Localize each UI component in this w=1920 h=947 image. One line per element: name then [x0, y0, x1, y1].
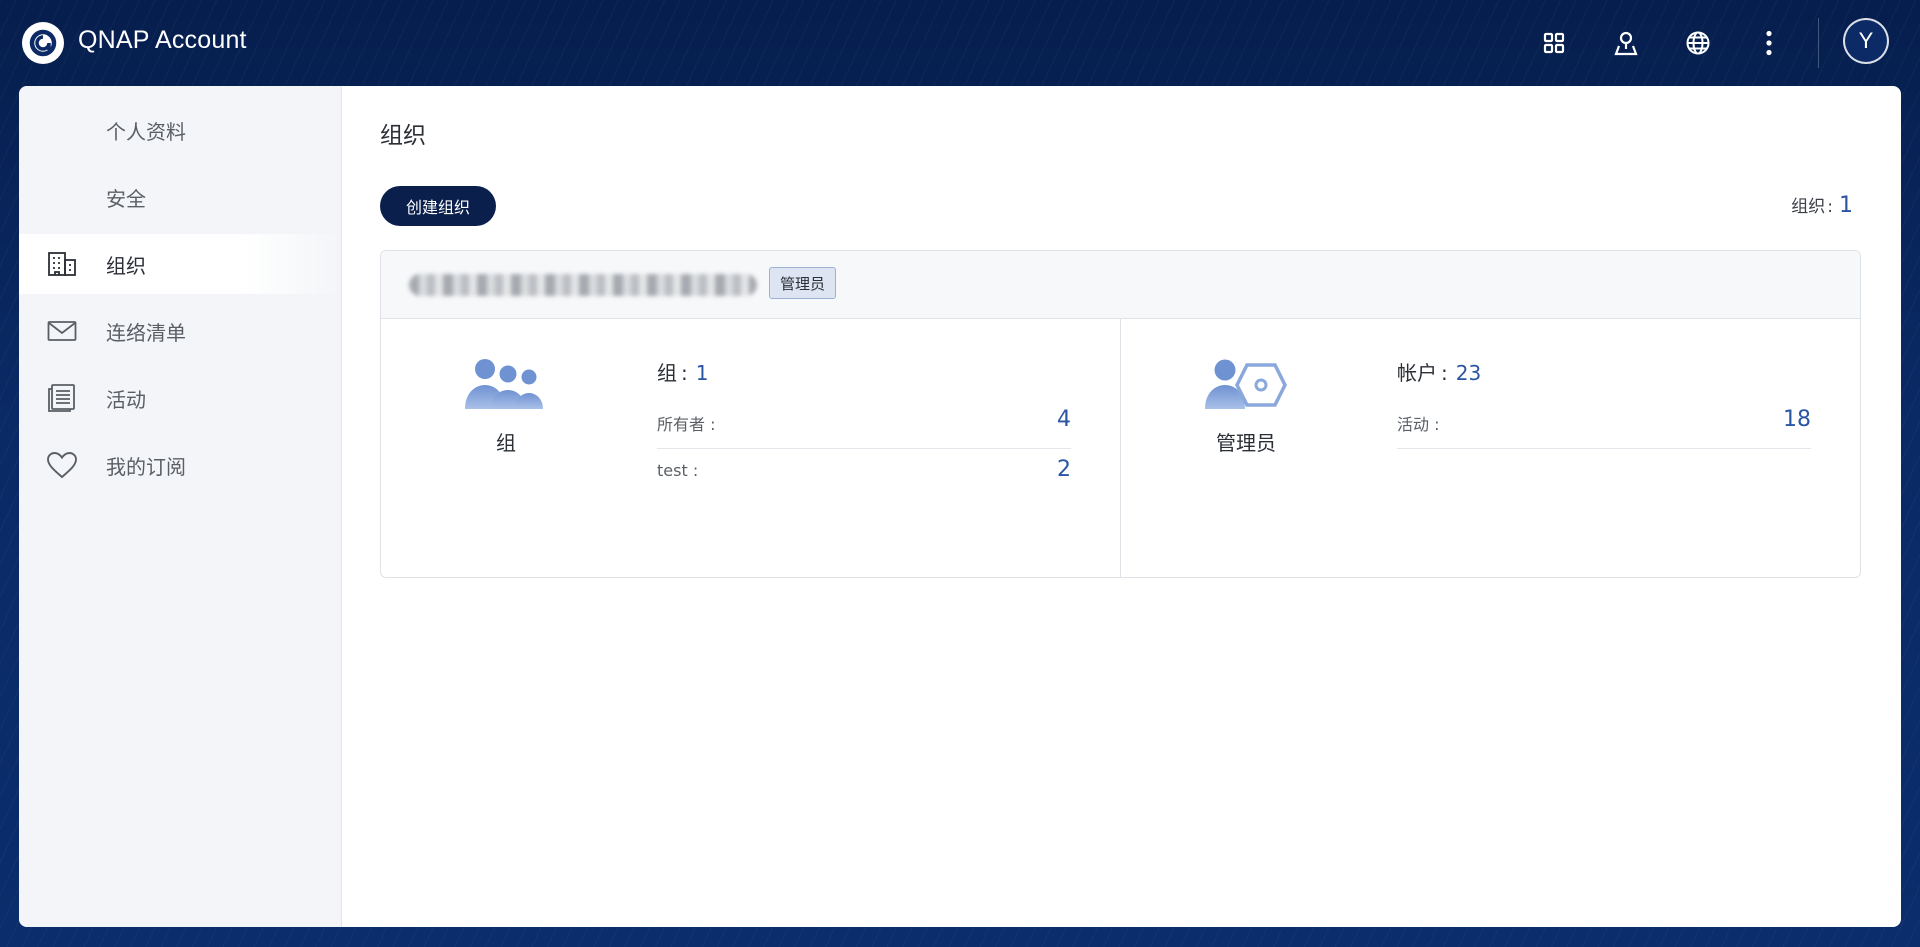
accounts-row-value[interactable]: 18 — [1783, 407, 1811, 432]
create-organization-button[interactable]: 创建组织 — [380, 186, 497, 226]
globe-icon[interactable] — [1679, 24, 1717, 62]
admins-icon-label: 管理员 — [1216, 431, 1276, 455]
accounts-row-label: 活动 : — [1397, 415, 1440, 434]
group-people-icon — [465, 359, 543, 409]
org-count-value: 1 — [1839, 193, 1853, 218]
groups-count-value: 1 — [695, 361, 709, 385]
accounts-row-active: 活动 : 18 — [1397, 399, 1811, 449]
main-card: 个人资料 安全 组织 连络清单 活动 我的订阅 组织 创建组织 组织: 1 管… — [19, 86, 1901, 927]
sidebar-item-label: 个人资料 — [106, 119, 186, 144]
organization-body: 组 组 : 1 所有者 : 4 test : 2 管理员 帐户: 23 活动 … — [381, 319, 1860, 577]
accounts-count: 帐户 : 23 — [1397, 357, 1481, 386]
group-row-label: test : — [657, 461, 699, 480]
organization-header[interactable]: 管理员 — [381, 251, 1860, 319]
sidebar-item-label: 安全 — [106, 186, 146, 211]
location-pin-icon[interactable] — [1607, 24, 1645, 62]
activity-list-icon — [45, 381, 79, 415]
sidebar-item-contacts[interactable]: 连络清单 — [19, 301, 341, 361]
user-avatar[interactable]: Y — [1843, 18, 1889, 64]
sidebar-item-activity[interactable]: 活动 — [19, 368, 341, 428]
groups-icon-label: 组 — [496, 431, 516, 455]
topbar-divider — [1818, 18, 1819, 68]
sidebar: 个人资料 安全 组织 连络清单 活动 我的订阅 — [19, 86, 342, 927]
group-row-value[interactable]: 4 — [1057, 407, 1071, 432]
org-count-separator: : — [1827, 197, 1833, 217]
more-vertical-icon[interactable] — [1750, 24, 1788, 62]
apps-grid-icon[interactable] — [1535, 24, 1573, 62]
sidebar-item-subscriptions[interactable]: 我的订阅 — [19, 435, 341, 495]
sidebar-item-label: 活动 — [106, 387, 146, 412]
org-count-label: 组织 — [1791, 197, 1826, 217]
groups-count-separator: : — [681, 361, 688, 385]
groups-block: 组 组 : 1 所有者 : 4 test : 2 — [381, 319, 1121, 577]
groups-count: 组 : 1 — [657, 357, 708, 386]
organization-name-redacted — [409, 274, 757, 296]
sidebar-item-label: 连络清单 — [106, 320, 186, 345]
admin-gear-icon — [1205, 359, 1287, 409]
role-badge: 管理员 — [769, 267, 837, 299]
accounts-count-separator: : — [1441, 361, 1448, 385]
group-row-value[interactable]: 2 — [1057, 457, 1071, 482]
organization-count: 组织 : 1 — [1791, 192, 1853, 218]
app-brand-title: QNAP Account — [78, 26, 247, 54]
admins-block: 管理员 帐户 : 23 活动 : 18 — [1121, 319, 1860, 577]
heart-icon — [45, 448, 79, 482]
sidebar-item-label: 我的订阅 — [106, 454, 186, 479]
sidebar-item-label: 组织 — [106, 253, 146, 278]
qnap-logo-icon[interactable] — [22, 22, 64, 64]
group-row-label: 所有者 : — [657, 415, 716, 434]
sidebar-item-security[interactable]: 安全 — [19, 167, 341, 227]
accounts-count-value: 23 — [1455, 361, 1482, 385]
page-title: 组织 — [380, 123, 426, 149]
group-row-owner: 所有者 : 4 — [657, 399, 1071, 449]
sidebar-item-organization[interactable]: 组织 — [19, 234, 341, 294]
building-icon — [45, 247, 79, 281]
sidebar-item-profile[interactable]: 个人资料 — [19, 100, 341, 160]
organization-panel: 管理员 组 组: 1 所有者: 4 test: 2 管理员 帐户: 23… — [380, 250, 1861, 578]
envelope-icon — [45, 314, 79, 348]
content-area: 组织 创建组织 组织 : 1 管理员 组 组: 1 所有者: 4 test … — [342, 86, 1901, 927]
top-bar: QNAP Account Y — [0, 0, 1920, 86]
groups-count-label: 组 — [657, 361, 677, 385]
accounts-count-label: 帐户 — [1397, 361, 1437, 385]
group-row-test: test : 2 — [657, 449, 1071, 499]
